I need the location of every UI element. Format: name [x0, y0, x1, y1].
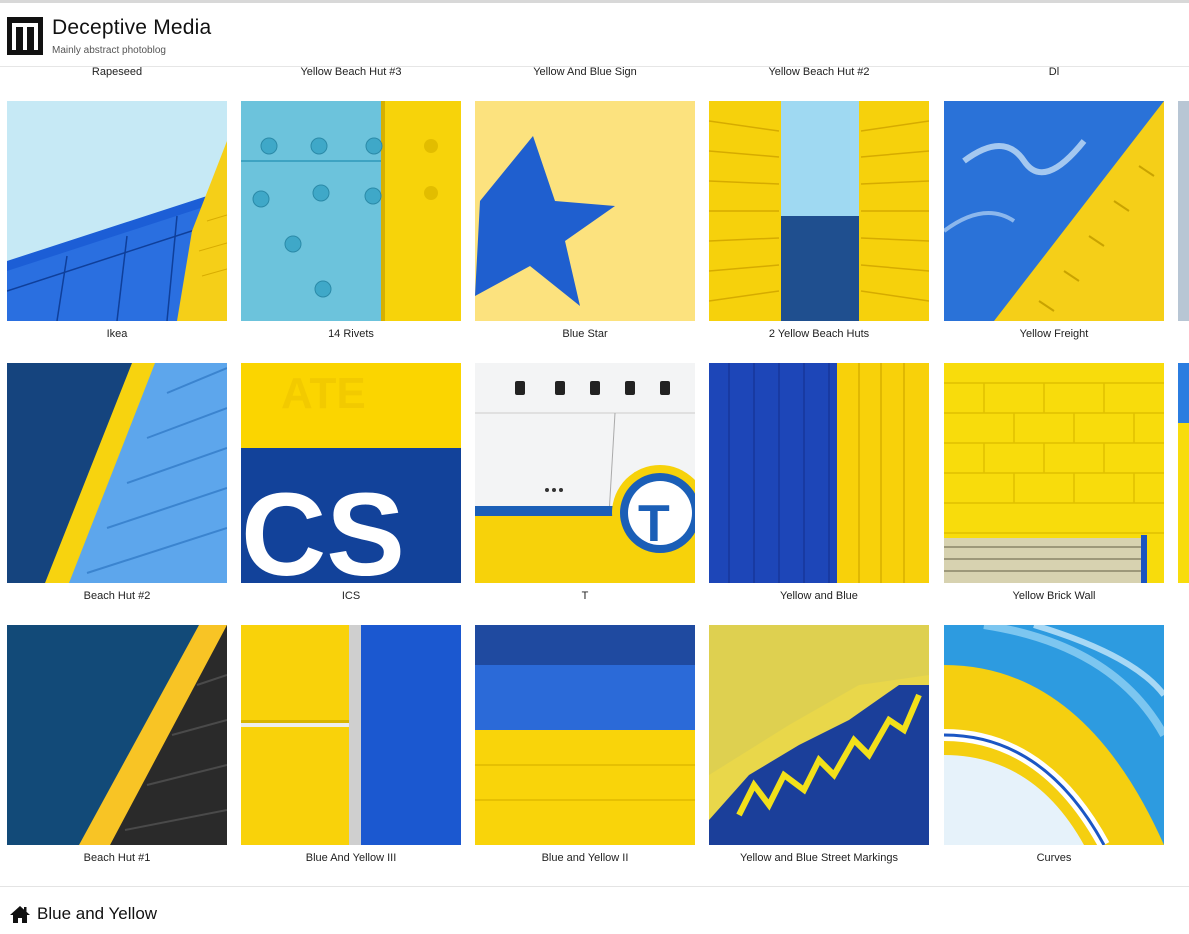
photo-caption[interactable]: Blue and Yellow II — [475, 852, 695, 864]
photo-caption[interactable]: Beach Hut #2 — [7, 590, 227, 602]
photo-thumbnail-ikea[interactable] — [7, 101, 227, 321]
photo-caption[interactable]: ICS — [241, 590, 461, 602]
next-column-peek — [1178, 363, 1189, 583]
photo-caption[interactable]: Yellow and Blue Street Markings — [709, 852, 929, 864]
photo-thumbnail-yellow-and-blue[interactable] — [709, 363, 929, 583]
photo-caption[interactable]: Yellow Freight — [944, 328, 1164, 340]
photo-caption[interactable]: Ikea — [7, 328, 227, 340]
photo-caption[interactable]: Beach Hut #1 — [7, 852, 227, 864]
sign-text: CS — [241, 469, 405, 583]
photo-thumbnail-beach-hut-1[interactable] — [7, 625, 227, 845]
photo-caption[interactable]: Blue And Yellow III — [241, 852, 461, 864]
photo-caption[interactable]: Yellow And Blue Sign — [475, 66, 695, 78]
photo-thumbnail-curves[interactable] — [944, 625, 1164, 845]
photo-thumbnail-yellow-freight[interactable] — [944, 101, 1164, 321]
photo-caption[interactable]: 14 Rivets — [241, 328, 461, 340]
photo-caption[interactable]: T — [475, 590, 695, 602]
home-icon[interactable] — [9, 903, 31, 925]
svg-text:ATE: ATE — [281, 369, 366, 418]
photo-thumbnail-blue-star[interactable] — [475, 101, 695, 321]
photo-caption[interactable]: Yellow Beach Hut #3 — [241, 66, 461, 78]
photo-thumbnail-blue-and-yellow-ii[interactable] — [475, 625, 695, 845]
footer-divider — [0, 886, 1189, 887]
photo-thumbnail-beach-hut-2[interactable] — [7, 363, 227, 583]
photo-caption[interactable]: Rapeseed — [7, 66, 227, 78]
photo-caption[interactable]: Blue Star — [475, 328, 695, 340]
photo-thumbnail-2-yellow-beach-huts[interactable] — [709, 101, 929, 321]
photo-caption[interactable]: Curves — [944, 852, 1164, 864]
deceptive-media-logo[interactable] — [7, 17, 43, 55]
site-tagline: Mainly abstract photoblog — [52, 45, 166, 56]
photo-thumbnail-yellow-brick-wall[interactable] — [944, 363, 1164, 583]
sign-text: T — [638, 495, 670, 553]
photo-caption[interactable]: Yellow and Blue — [709, 590, 929, 602]
photo-thumbnail-14-rivets[interactable] — [241, 101, 461, 321]
photo-caption[interactable]: Yellow Brick Wall — [944, 590, 1164, 602]
site-header: Deceptive Media Mainly abstract photoblo… — [0, 3, 1189, 67]
category-breadcrumb[interactable]: Blue and Yellow — [37, 904, 157, 924]
photo-caption[interactable]: Dl — [944, 66, 1164, 78]
photo-thumbnail-yellow-and-blue-street-markings[interactable] — [709, 625, 929, 845]
photo-thumbnail-t[interactable]: T — [475, 363, 695, 583]
photo-caption[interactable]: 2 Yellow Beach Huts — [709, 328, 929, 340]
site-title[interactable]: Deceptive Media — [52, 16, 211, 40]
next-column-peek — [1178, 101, 1189, 321]
photo-thumbnail-ics[interactable]: ATE CS — [241, 363, 461, 583]
photo-caption[interactable]: Yellow Beach Hut #2 — [709, 66, 929, 78]
photo-thumbnail-blue-and-yellow-iii[interactable] — [241, 625, 461, 845]
